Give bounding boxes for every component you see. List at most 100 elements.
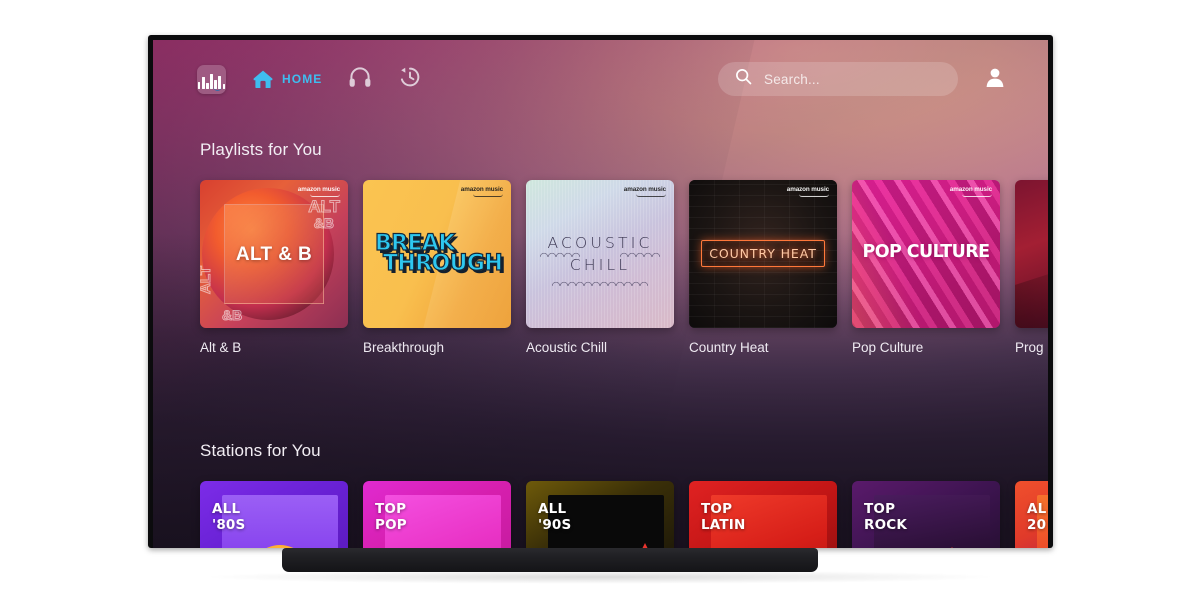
playlist-card-breakthrough[interactable]: BREAK THROUGH amazon music Breakthrough <box>363 180 511 355</box>
playlist-artwork-pop-culture: POP CULTURE amazon music <box>852 180 1000 328</box>
amazon-music-app-icon[interactable] <box>197 64 226 94</box>
station-card-all-80s[interactable]: ALL '80S <box>200 481 348 548</box>
artwork-title-country-heat: COUNTRY HEAT <box>709 246 817 261</box>
artwork-title-breakthrough: BREAK THROUGH <box>374 232 503 277</box>
top-navigation-bar: HOME Search... <box>153 40 1048 118</box>
playlist-card-alt-b[interactable]: ALT &B ALT &B ALT & B amazon music Alt &… <box>200 180 348 355</box>
section-title-stations: Stations for You <box>200 441 321 460</box>
station-card-all-90s[interactable]: ALL '90S <box>526 481 674 548</box>
playlist-card-pop-culture[interactable]: POP CULTURE amazon music Pop Culture <box>852 180 1000 355</box>
artwork-title-line-2: THROUGH <box>382 251 503 277</box>
amazon-smile-icon <box>799 194 829 197</box>
playlist-artwork-progressive <box>1015 180 1048 328</box>
tv-stand <box>282 548 818 572</box>
nav-item-library[interactable] <box>348 66 372 93</box>
station-title-line-2: 20 <box>1027 517 1047 534</box>
amazon-music-badge: amazon music <box>461 186 503 197</box>
headphones-icon <box>348 66 372 93</box>
station-artwork-all-2010s: AL 20 <box>1015 481 1048 548</box>
station-card-top-rock[interactable]: TOP ROCK <box>852 481 1000 548</box>
playlist-artwork-alt-b: ALT &B ALT &B ALT & B amazon music <box>200 180 348 328</box>
artwork-mountain-shape <box>922 547 982 548</box>
artwork-diagonal-shade <box>1015 227 1048 328</box>
station-artwork-title: TOP ROCK <box>864 501 907 534</box>
account-avatar-button[interactable] <box>982 66 1008 92</box>
station-title-line-1: TOP <box>864 501 896 517</box>
artwork-title-line-1: ACOUSTIC <box>547 234 653 252</box>
station-title-line-2: ROCK <box>864 517 908 534</box>
artwork-title-alt-b: ALT & B <box>235 244 313 265</box>
station-artwork-title: ALL '90S <box>538 501 571 534</box>
artwork-outline-text-2: &B <box>313 215 334 231</box>
screenshot-root: HOME Search... Playlists for You ALT &B … <box>0 0 1200 600</box>
artwork-wave-line <box>552 279 648 286</box>
playlists-row: ALT &B ALT &B ALT & B amazon music Alt &… <box>200 180 1048 355</box>
station-title-line-1: TOP <box>701 501 733 517</box>
playlist-card-country-heat[interactable]: COUNTRY HEAT amazon music Country Heat <box>689 180 837 355</box>
amazon-smile-icon <box>636 194 666 197</box>
amazon-smile-icon <box>962 194 992 197</box>
nav-item-home-label: HOME <box>282 72 323 86</box>
amazon-smile-icon <box>213 86 222 91</box>
station-card-all-2010s[interactable]: AL 20 <box>1015 481 1048 548</box>
playlist-label: Prog <box>1015 340 1044 355</box>
nav-item-home[interactable]: HOME <box>252 69 322 89</box>
station-artwork-all-90s: ALL '90S <box>526 481 674 548</box>
amazon-smile-icon <box>473 194 503 197</box>
station-title-line-1: ALL <box>212 501 241 517</box>
playlist-artwork-breakthrough: BREAK THROUGH amazon music <box>363 180 511 328</box>
search-icon <box>735 68 752 90</box>
nav-item-recents[interactable] <box>398 65 422 94</box>
station-title-line-2: LATIN <box>701 517 746 534</box>
amazon-music-badge: amazon music <box>298 186 340 197</box>
amazon-music-badge: amazon music <box>950 186 992 197</box>
station-title-line-2: '90S <box>538 517 572 534</box>
section-title-playlists: Playlists for You <box>200 140 322 159</box>
amazon-smile-icon <box>310 194 340 197</box>
station-card-top-latin[interactable]: TOP LATIN <box>689 481 837 548</box>
playlist-label: Breakthrough <box>363 340 445 355</box>
search-placeholder: Search... <box>764 71 820 87</box>
station-artwork-top-pop: TOP POP <box>363 481 511 548</box>
stations-row: ALL '80S TOP POP ALL '90S TOP LATIN TOP … <box>200 481 1048 548</box>
station-artwork-top-latin: TOP LATIN <box>689 481 837 548</box>
artwork-neon-sign: COUNTRY HEAT <box>701 240 825 267</box>
station-artwork-all-80s: ALL '80S <box>200 481 348 548</box>
station-artwork-title: TOP LATIN <box>701 501 746 534</box>
person-avatar-icon <box>984 66 1006 93</box>
nav-left-group: HOME <box>197 64 422 94</box>
station-artwork-title: AL 20 <box>1027 501 1046 534</box>
playlist-label: Pop Culture <box>852 340 924 355</box>
tv-screen: HOME Search... Playlists for You ALT &B … <box>153 40 1048 548</box>
tv-bezel: HOME Search... Playlists for You ALT &B … <box>148 35 1053 548</box>
playlist-artwork-country-heat: COUNTRY HEAT amazon music <box>689 180 837 328</box>
playlist-card-progressive[interactable]: Prog <box>1015 180 1048 355</box>
artwork-outline-text-1: ALT <box>308 197 341 216</box>
playlist-label: Acoustic Chill <box>526 340 608 355</box>
playlist-artwork-acoustic-chill: ACOUSTIC CHILL amazon music <box>526 180 674 328</box>
station-artwork-title: TOP POP <box>375 501 407 534</box>
artwork-title-line-2: CHILL <box>569 256 631 274</box>
playlist-label: Country Heat <box>689 340 769 355</box>
search-input[interactable]: Search... <box>718 62 958 96</box>
station-title-line-1: TOP <box>375 501 407 517</box>
app-content: Playlists for You ALT &B ALT &B ALT & B <box>153 118 1048 548</box>
amazon-music-badge: amazon music <box>624 186 666 197</box>
station-card-top-pop[interactable]: TOP POP <box>363 481 511 548</box>
playlist-card-acoustic-chill[interactable]: ACOUSTIC CHILL amazon music Acoustic Chi… <box>526 180 674 355</box>
station-title-line-1: AL <box>1027 501 1047 517</box>
station-title-line-2: '80S <box>212 517 246 534</box>
history-clock-icon <box>398 65 422 94</box>
home-icon <box>252 69 274 89</box>
station-title-line-2: POP <box>375 517 407 534</box>
station-artwork-top-rock: TOP ROCK <box>852 481 1000 548</box>
playlist-label: Alt & B <box>200 340 242 355</box>
artwork-outline-text-3: ALT <box>200 265 215 294</box>
artwork-title-pop-culture: POP CULTURE <box>862 242 991 262</box>
amazon-music-badge: amazon music <box>787 186 829 197</box>
artwork-outline-text-4: &B <box>221 307 243 323</box>
station-artwork-title: ALL '80S <box>212 501 245 534</box>
tv-drop-shadow <box>200 570 1000 584</box>
station-title-line-1: ALL <box>538 501 567 517</box>
nav-right-group: Search... <box>718 62 1008 96</box>
